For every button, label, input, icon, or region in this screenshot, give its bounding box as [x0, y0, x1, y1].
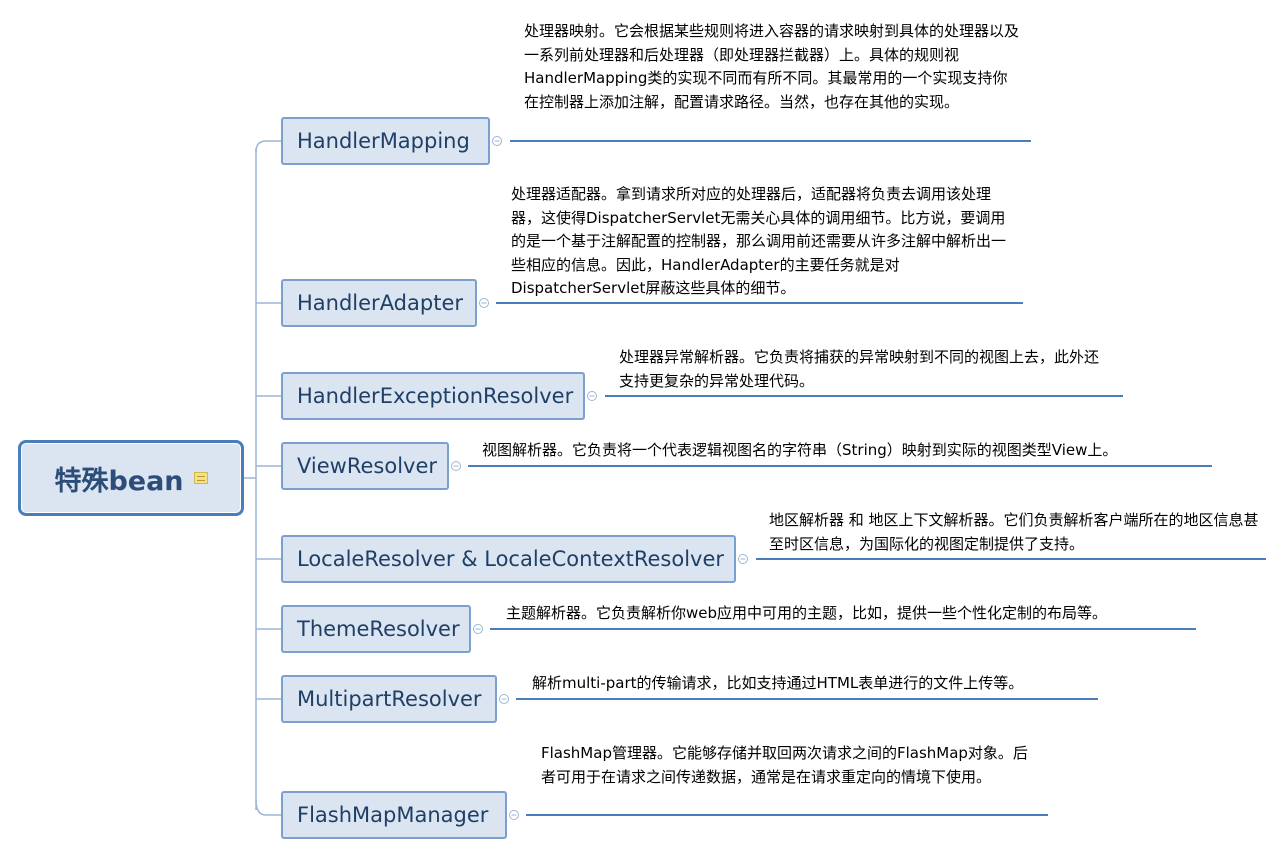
- topic-label: MultipartResolver: [297, 687, 482, 711]
- description-multipart-resolver[interactable]: 解析multi-part的传输请求，比如支持通过HTML表单进行的文件上传等。: [532, 672, 1092, 696]
- topic-label: HandlerExceptionResolver: [297, 384, 574, 408]
- description-theme-resolver[interactable]: 主题解析器。它负责解析你web应用中可用的主题，比如，提供一些个性化定制的布局等…: [506, 602, 1194, 626]
- note-icon[interactable]: [193, 472, 208, 484]
- central-topic-label: 特殊bean: [54, 465, 184, 497]
- topic-label: LocaleResolver & LocaleContextResolver: [297, 547, 725, 571]
- topic-label: FlashMapManager: [297, 803, 489, 827]
- branch-connector: [255, 140, 282, 153]
- topic-handler-exception-resolver[interactable]: HandlerExceptionResolver: [281, 372, 585, 420]
- topic-view-resolver[interactable]: ViewResolver: [281, 442, 449, 490]
- description-locale-resolver[interactable]: 地区解析器 和 地区上下文解析器。它们负责解析客户端所在的地区信息甚至时区信息，…: [769, 509, 1261, 556]
- topic-label: ThemeResolver: [297, 617, 460, 641]
- connector-lines: [244, 136, 1266, 820]
- branch-connector: [255, 799, 282, 816]
- description-flashmap-manager[interactable]: FlashMap管理器。它能够存储并取回两次请求之间的FlashMap对象。后者…: [541, 742, 1038, 789]
- description-handler-exception-resolver[interactable]: 处理器异常解析器。它负责将捕获的异常映射到不同的视图上去，此外还支持更复杂的异常…: [619, 346, 1109, 393]
- trunk-line: [244, 148, 257, 810]
- description-view-resolver[interactable]: 视图解析器。它负责将一个代表逻辑视图名的字符串（String）映射到实际的视图类…: [482, 439, 1207, 463]
- topic-multipart-resolver[interactable]: MultipartResolver: [281, 675, 497, 723]
- central-topic[interactable]: 特殊bean: [18, 440, 244, 516]
- topic-locale-resolver[interactable]: LocaleResolver & LocaleContextResolver: [281, 535, 736, 583]
- topic-label: ViewResolver: [297, 454, 438, 478]
- topic-theme-resolver[interactable]: ThemeResolver: [281, 605, 471, 653]
- description-handler-adapter[interactable]: 处理器适配器。拿到请求所对应的处理器后，适配器将负责去调用该处理器，这使得Dis…: [511, 183, 1015, 301]
- topic-label: HandlerAdapter: [297, 291, 464, 315]
- topic-handler-mapping[interactable]: HandlerMapping: [281, 117, 490, 165]
- topic-flashmap-manager[interactable]: FlashMapManager: [281, 791, 507, 839]
- topic-label: HandlerMapping: [297, 129, 470, 153]
- topic-handler-adapter[interactable]: HandlerAdapter: [281, 279, 477, 327]
- description-handler-mapping[interactable]: 处理器映射。它会根据某些规则将进入容器的请求映射到具体的处理器以及一系列前处理器…: [524, 20, 1022, 114]
